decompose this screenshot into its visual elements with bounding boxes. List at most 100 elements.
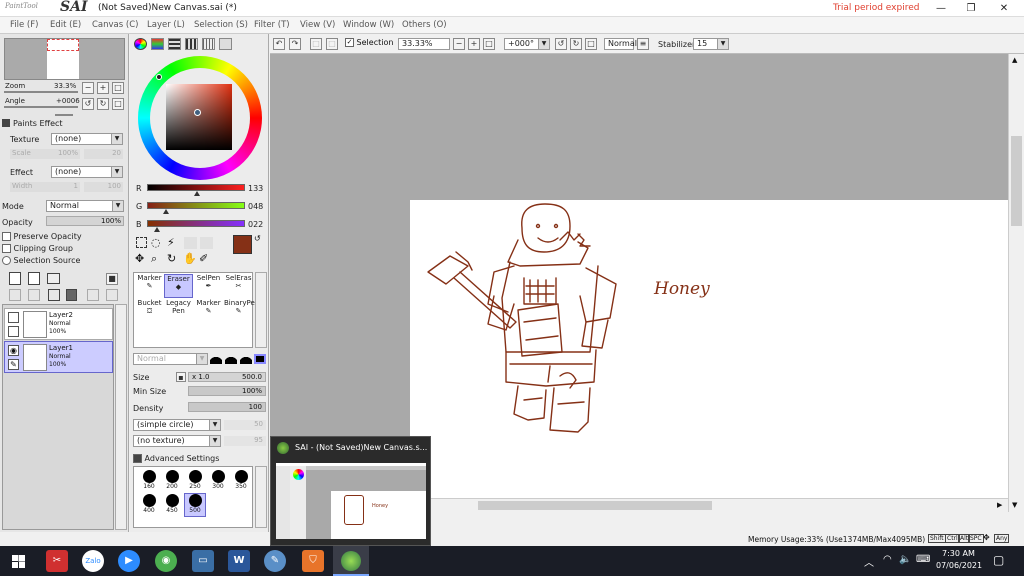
word-icon[interactable]: W [228,550,250,572]
swatches-tab[interactable] [185,38,198,50]
undo-button[interactable]: ↶ [273,38,285,50]
saturation-value-square[interactable] [166,84,232,150]
checkbox[interactable] [2,232,11,241]
minimize-icon[interactable]: — [927,0,955,17]
menu-selection[interactable]: Selection (S) [194,20,248,30]
brush-shape-soft-icon[interactable] [210,354,222,364]
size-preset[interactable]: 400 [138,494,160,514]
size-slider[interactable]: x 1.0 500.0 [188,372,266,382]
menu-edit[interactable]: Edit (E) [50,20,81,30]
size-multiplier-button[interactable]: ▪ [176,372,186,382]
collapse-icon[interactable] [2,119,10,127]
swap-colors-icon[interactable]: ↺ [254,234,261,243]
menu-canvas[interactable]: Canvas (C) [92,20,138,30]
size-preset[interactable]: 350 [230,470,252,490]
view-mode-select[interactable]: Normal [604,38,637,50]
sai-taskbar-button[interactable] [333,546,369,576]
presets-scrollbar[interactable] [255,466,267,528]
zoom-out-button[interactable]: − [82,82,94,94]
panel-grip[interactable] [55,114,73,116]
angle-slider[interactable] [4,106,78,108]
tool-seleras[interactable]: SelEras ✂ [224,274,253,298]
zalo-icon[interactable]: Zalo [82,550,104,572]
b-slider[interactable] [147,220,245,227]
scale-number[interactable]: 20 [84,149,123,159]
selection-visibility-toggle[interactable]: ✓ Selection [345,38,393,47]
new-folder-icon[interactable] [47,273,60,284]
stabilizer-select[interactable]: 15 ▼ [693,38,729,50]
merge-visible-icon[interactable] [87,289,99,301]
layer-item[interactable]: Layer2 Normal 100% [4,308,113,340]
angle-select[interactable]: +000° ▼ [504,38,550,50]
tool-binary-pen[interactable]: BinaryPe ✎ [224,299,255,323]
g-slider-handle[interactable] [163,209,169,214]
tool-marker[interactable]: Marker ✎ [135,274,164,298]
tool-legacy-pen[interactable]: Legacy Pen [164,299,193,323]
scroll-down-icon[interactable]: ▼ [1012,501,1017,509]
effect-select[interactable]: (none) ▼ [51,166,123,178]
size-preset[interactable]: 200 [161,470,183,490]
horizontal-scroll-thumb[interactable] [478,501,712,510]
zoom-app-icon[interactable]: ▶ [118,550,140,572]
toolbar-zoom-out-button[interactable]: − [453,38,465,50]
keyboard-icon[interactable]: ⌨ [916,554,930,565]
pen-icon[interactable]: ✎ [8,359,19,370]
rgb-slider-tab[interactable] [151,38,164,50]
brush-shape-medium-icon[interactable] [225,354,237,364]
tool-marker-2[interactable]: Marker ✎ [194,299,223,323]
texture-select[interactable]: (none) ▼ [51,133,123,145]
new-layer-icon[interactable] [9,272,21,285]
rotate-reset-button[interactable]: □ [112,98,124,110]
density-slider[interactable]: 100 [188,402,266,412]
menu-layer[interactable]: Layer (L) [147,20,185,30]
expand-icon[interactable] [133,454,142,463]
move-icon[interactable]: ✥ [135,252,144,265]
canvas-paper[interactable]: Honey [410,200,1008,498]
size-preset[interactable]: 300 [207,470,229,490]
preserve-opacity-toggle[interactable]: Preserve Opacity [2,232,82,241]
toolbar-zoom-in-button[interactable]: + [468,38,480,50]
merge-down-icon[interactable] [28,289,40,301]
checkbox-checked[interactable]: ✓ [345,38,354,47]
shield-icon[interactable]: ⛉ [302,550,324,572]
r-slider[interactable] [147,184,245,191]
magic-wand-icon[interactable]: ⚡ [167,236,175,249]
laptop-icon[interactable]: ▭ [192,550,214,572]
scale-slider[interactable]: Scale 100% [10,149,80,159]
invert-selection-button[interactable]: □ [326,38,338,50]
menu-file[interactable]: File (F) [10,20,38,30]
brush-shape-hard-icon[interactable] [240,354,252,364]
wifi-icon[interactable]: ◠ [883,554,892,565]
checkbox[interactable] [2,244,11,253]
brush-texture-select[interactable]: (no texture) ▼ [133,435,221,447]
brush-shape-select[interactable]: (simple circle) ▼ [133,419,221,431]
brush-shape-square-icon[interactable] [254,354,266,364]
hue-picker-handle[interactable] [156,74,162,80]
zoom-select[interactable]: 33.33% [398,38,450,50]
layer-panel-menu-button[interactable]: ■ [106,273,118,285]
toolbar-rotate-reset-button[interactable]: □ [585,38,597,50]
g-slider[interactable] [147,202,245,209]
transfer-down-icon[interactable] [9,289,21,301]
taskbar-preview[interactable]: SAI - (Not Saved)New Canvas.s... Honey [270,436,431,546]
foreground-color-swatch[interactable] [233,235,252,254]
zoom-icon[interactable]: ⌕ [151,252,157,266]
width-number[interactable]: 100 [84,182,123,192]
brush-texture-strength[interactable]: 95 [224,436,266,446]
flatten-icon[interactable] [106,289,118,301]
advanced-settings-toggle[interactable]: Advanced Settings [133,454,219,463]
toolbar-rotate-cw-button[interactable]: ↻ [570,38,582,50]
lasso-icon[interactable]: ◌ [151,236,161,249]
rect-select-icon[interactable] [136,237,147,248]
rotate-ccw-button[interactable]: ↺ [82,98,94,110]
toolbar-rotate-ccw-button[interactable]: ↺ [555,38,567,50]
toolbar-zoom-reset-button[interactable]: □ [483,38,495,50]
browser-icon[interactable]: ◉ [155,550,177,572]
rotate-icon[interactable]: ↻ [167,252,176,265]
new-linework-layer-icon[interactable] [28,272,40,285]
radio[interactable] [2,256,11,265]
eyedropper-icon[interactable]: ✐ [199,252,208,265]
size-preset-selected[interactable]: 500 [184,493,206,517]
min-size-slider[interactable]: 100% [188,386,266,396]
layer-scrollbar[interactable] [115,304,127,530]
